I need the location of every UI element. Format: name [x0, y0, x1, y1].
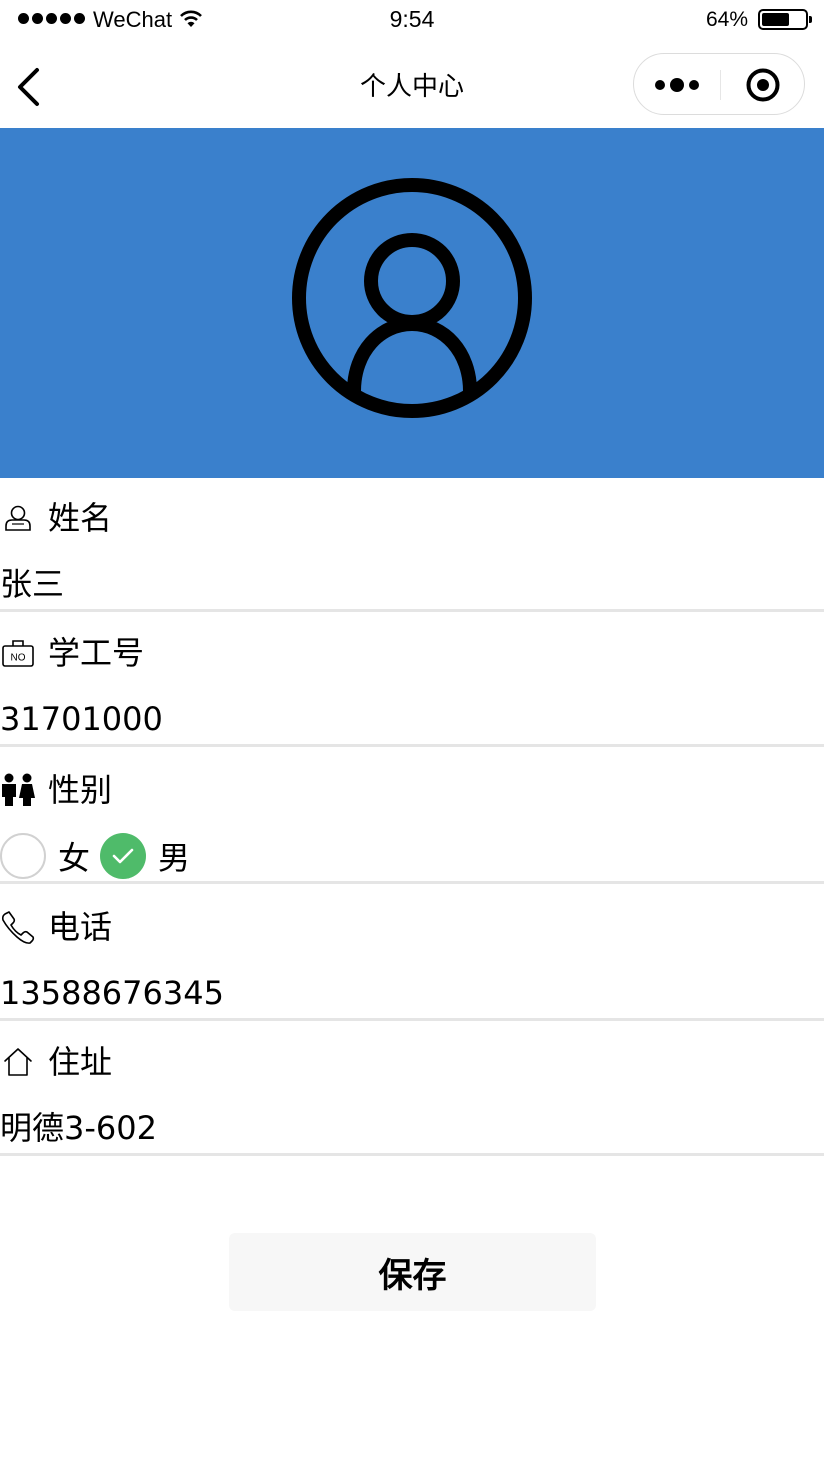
- address-input[interactable]: 明德3-602: [0, 1108, 157, 1148]
- more-button[interactable]: [654, 74, 700, 96]
- radio-female-label: 女: [58, 839, 91, 877]
- gender-radio-group: 女 男: [0, 832, 200, 880]
- gender-label: 性别: [48, 771, 113, 809]
- svg-text:NO: NO: [11, 653, 26, 664]
- home-icon: [0, 1044, 36, 1080]
- avatar[interactable]: [291, 177, 533, 419]
- battery-icon: [758, 9, 812, 30]
- status-bar: WeChat 9:54 64%: [0, 0, 824, 40]
- student-id-field: NO 学工号 31701000: [0, 611, 824, 747]
- people-icon: [0, 772, 36, 808]
- id-badge-icon: NO: [0, 635, 36, 671]
- user-icon: [0, 500, 36, 536]
- save-button[interactable]: 保存: [229, 1233, 596, 1311]
- phone-field: 电话 13588676345: [0, 885, 824, 1021]
- divider: [0, 744, 824, 747]
- radio-female[interactable]: [0, 833, 46, 879]
- capsule-divider: [720, 70, 721, 100]
- chevron-left-icon: [18, 68, 39, 106]
- more-dots-icon: [655, 78, 699, 92]
- name-input[interactable]: 张三: [0, 564, 64, 604]
- wifi-icon: [180, 10, 202, 32]
- phone-label: 电话: [48, 908, 113, 946]
- user-circle-icon: [292, 178, 532, 418]
- nav-bar: 个人中心: [0, 40, 824, 128]
- mini-program-capsule: [633, 53, 805, 115]
- phone-icon: [0, 909, 36, 945]
- divider: [0, 1153, 824, 1156]
- radio-male[interactable]: [100, 833, 147, 879]
- phone-input[interactable]: 13588676345: [0, 973, 224, 1013]
- checkmark-icon: [112, 848, 134, 864]
- name-field: 姓名 张三: [0, 476, 824, 612]
- student-id-label: 学工号: [48, 634, 145, 672]
- address-field: 住址 明德3-602: [0, 1020, 824, 1156]
- profile-header: [0, 128, 824, 478]
- divider: [0, 881, 824, 884]
- signal-strength-icon: [18, 13, 85, 24]
- name-label: 姓名: [48, 499, 113, 537]
- carrier-name: WeChat: [93, 7, 173, 32]
- close-button[interactable]: [746, 68, 780, 102]
- gender-field: 性别 女 男: [0, 748, 824, 884]
- radio-male-label: 男: [158, 839, 191, 877]
- back-button[interactable]: [10, 62, 50, 108]
- battery-percent: 64%: [705, 8, 748, 31]
- address-label: 住址: [48, 1043, 113, 1081]
- student-id-input[interactable]: 31701000: [0, 699, 163, 739]
- target-icon: [746, 68, 780, 102]
- battery-level: [762, 13, 789, 26]
